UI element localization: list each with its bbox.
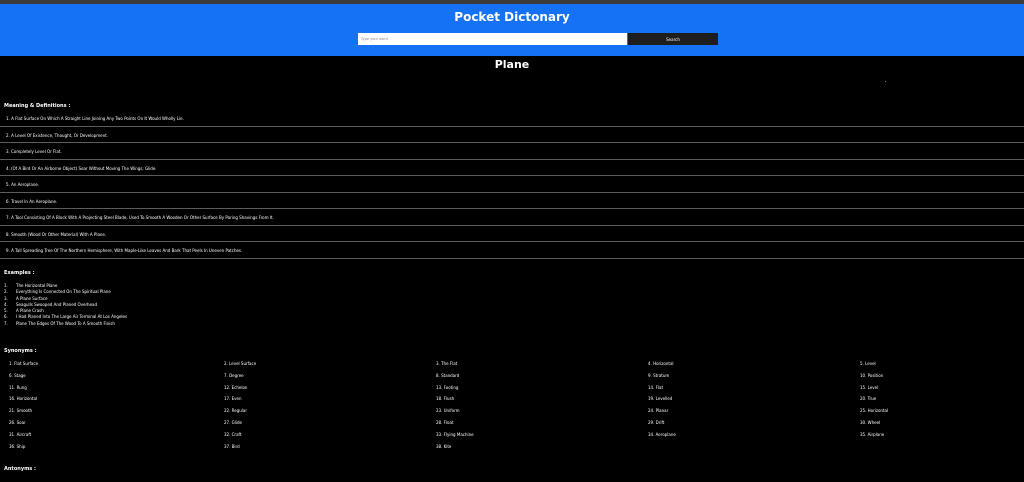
example-number: 7.: [4, 320, 8, 326]
synonym-item: 26. Soar: [9, 420, 26, 425]
antonyms-section: Antonyms :: [4, 466, 36, 472]
meanings-heading: Meaning & Definitions :: [4, 103, 71, 109]
definition-item: 6. Travel In An Aeroplane.: [0, 193, 1024, 209]
examples-heading: Examples :: [4, 270, 35, 276]
antonyms-heading: Antonyms :: [4, 466, 36, 472]
synonym-item: 6. Stage: [9, 372, 26, 378]
synonym-item: 27. Glide: [224, 420, 242, 425]
synonyms-heading: Synonyms :: [4, 348, 37, 354]
synonym-item: 3. The Flat: [436, 361, 458, 366]
synonym-item: 10. Position: [860, 372, 884, 378]
example-number: 2.: [4, 289, 8, 295]
synonym-item: 22. Regular: [224, 408, 247, 414]
synonym-item: 2. Level Surface: [224, 361, 257, 366]
example-number: 6.: [4, 314, 8, 320]
synonym-item: 16. Horizontal: [9, 396, 38, 402]
example-text: Everything Is Connected On The Spiritual…: [16, 289, 111, 295]
synonym-item: 13. Footing: [436, 384, 459, 390]
synonym-item: 23. Uniform: [436, 408, 460, 414]
definition-item: 3. Completely Level Or Flat.: [0, 143, 1024, 160]
example-text: A Plane Surface: [16, 295, 48, 301]
definitions-list: 1. A Flat Surface On Which A Straight Li…: [0, 110, 1024, 259]
example-text: The Horizontal Plane: [16, 283, 58, 288]
synonym-item: 25. Horizontal: [860, 408, 889, 414]
synonym-item: 7. Degree: [224, 372, 244, 378]
synonym-item: 31. Aircraft: [9, 431, 32, 437]
synonym-item: 30. Wheel: [860, 420, 881, 425]
synonym-item: 35. Airplane: [860, 431, 885, 437]
synonym-item: 28. Float: [436, 420, 454, 425]
synonym-item: 1. Flat Surface: [9, 361, 39, 366]
example-item: 7. Plane The Edges Of The Wood To A Smoot…: [4, 321, 127, 327]
synonym-item: 38. Kite: [436, 443, 452, 449]
decorative-dot: [885, 81, 886, 82]
synonym-item: 19. Levelled: [648, 396, 673, 402]
example-text: Plane The Edges Of The Wood To A Smooth …: [16, 320, 115, 326]
synonym-item: 34. Aeroplane: [648, 431, 676, 437]
search-input[interactable]: [358, 33, 627, 45]
examples-section: Examples :: [4, 270, 35, 276]
definition-item: 7. A Tool Consisting Of A Block With A P…: [0, 209, 1024, 226]
header-bar: Pocket Dictonary Search: [0, 4, 1024, 56]
synonym-item: 11. Rung: [9, 384, 27, 390]
app-title: Pocket Dictonary: [454, 10, 570, 24]
word-title: Plane: [494, 58, 530, 71]
definition-item: 4. (Of A Bird Or An Airborne Object) Soa…: [0, 160, 1024, 176]
example-text: I Had Planed Into The Large Air Terminal…: [16, 314, 128, 320]
definition-item: 2. A Level Of Existence, Thought, Or Dev…: [0, 127, 1024, 143]
synonym-item: 17. Even: [224, 396, 242, 402]
synonym-item: 20. True: [860, 396, 877, 402]
synonym-item: 15. Level: [860, 384, 879, 390]
synonym-item: 32. Craft: [224, 431, 242, 437]
synonym-item: 24. Planar: [648, 408, 669, 414]
search-button[interactable]: Search: [628, 33, 718, 45]
synonym-item: 21. Smooth: [9, 408, 33, 414]
synonym-item: 14. Flat: [648, 384, 664, 390]
definition-item: 1. A Flat Surface On Which A Straight Li…: [0, 110, 1024, 127]
synonym-item: 5. Level: [860, 361, 876, 366]
synonym-item: 36. Ship: [9, 443, 26, 449]
synonym-item: 4. Horizontal: [648, 361, 674, 366]
synonym-item: 18. Flush: [436, 396, 455, 402]
example-number: 3.: [4, 295, 8, 301]
synonym-item: 12. Echelon: [224, 384, 248, 390]
definition-item: 9. A Tall Spreading Tree Of The Northern…: [0, 242, 1024, 259]
synonym-item: 8. Standard: [436, 372, 460, 378]
synonym-item: 33. Flying Machine: [436, 431, 474, 437]
definition-item: 5. An Aeroplane.: [0, 176, 1024, 193]
synonym-item: 29. Drift: [648, 420, 665, 425]
synonym-item: 37. Bird: [224, 443, 240, 449]
synonyms-section: Synonyms :: [4, 348, 37, 354]
example-text: A Plane Crash: [16, 308, 44, 314]
definition-item: 8. Smooth (Wood Or Other Material) With …: [0, 226, 1024, 242]
example-number: 1.: [4, 283, 8, 288]
meanings-section: Meaning & Definitions :: [4, 103, 70, 109]
example-number: 4.: [4, 301, 8, 307]
example-number: 5.: [4, 308, 8, 314]
synonym-item: 9. Stratum: [648, 372, 670, 378]
examples-list: 1. The Horizontal Plane 2. Everything Is C…: [4, 283, 127, 327]
example-text: Seagulls Swooped And Planed Overhead: [16, 301, 98, 307]
